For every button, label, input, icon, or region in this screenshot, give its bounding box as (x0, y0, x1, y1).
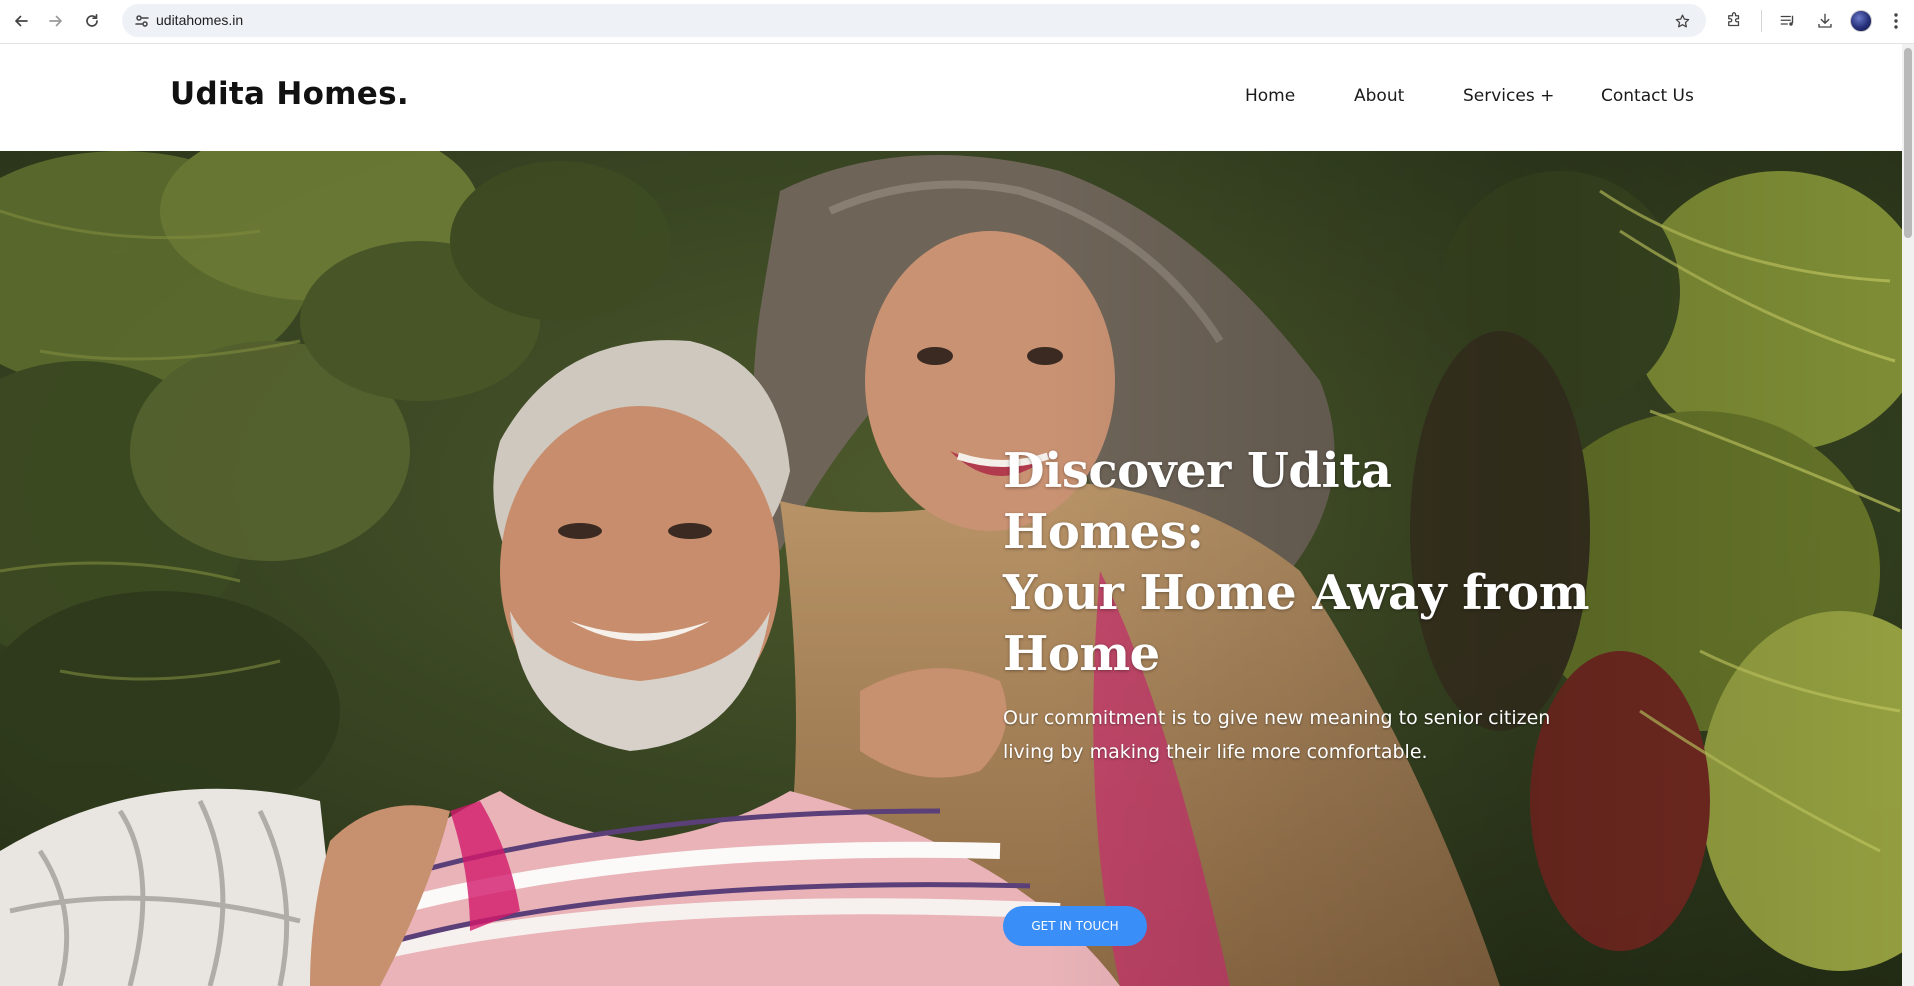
puzzle-icon[interactable] (1720, 7, 1748, 35)
site-header: Udita Homes. Home About Services + Conta… (0, 44, 1902, 151)
hero-heading-line-3: Home (1003, 626, 1160, 682)
hero-section: Discover Udita Homes: Your Home Away fro… (0, 151, 1902, 986)
hero-background-photo (0, 151, 1902, 986)
nav-contact-us[interactable]: Contact Us (1601, 86, 1694, 106)
reload-icon[interactable] (78, 7, 106, 35)
main-navigation: Home About Services + Contact Us (0, 86, 1902, 116)
media-controls-icon[interactable] (1774, 7, 1802, 35)
url-text[interactable]: uditahomes.in (156, 12, 243, 28)
star-icon[interactable] (1668, 7, 1696, 35)
toolbar-divider (1761, 10, 1762, 32)
hero-heading: Discover Udita Homes: Your Home Away fro… (1003, 441, 1603, 685)
nav-about[interactable]: About (1354, 86, 1404, 106)
scrollbar-thumb[interactable] (1904, 48, 1912, 238)
hero-subtitle: Our commitment is to give new meaning to… (1003, 707, 1551, 763)
download-icon[interactable] (1811, 7, 1839, 35)
kebab-menu-icon[interactable] (1882, 7, 1910, 35)
nav-services[interactable]: Services + (1463, 86, 1554, 106)
page-scrollbar[interactable] (1902, 44, 1914, 986)
get-in-touch-button[interactable]: GET IN TOUCH (1003, 906, 1147, 946)
nav-home[interactable]: Home (1245, 86, 1295, 106)
browser-toolbar: uditahomes.in (0, 0, 1914, 44)
hero-heading-line-1: Discover Udita Homes: (1003, 443, 1392, 560)
hero-heading-line-2: Your Home Away from (1003, 565, 1589, 621)
hero-text-block: Discover Udita Homes: Your Home Away fro… (1003, 441, 1603, 946)
forward-arrow-icon[interactable] (42, 7, 70, 35)
address-bar[interactable]: uditahomes.in (122, 4, 1706, 37)
avatar-icon[interactable] (1847, 7, 1875, 35)
tune-icon[interactable] (128, 7, 156, 35)
back-arrow-icon[interactable] (7, 7, 35, 35)
